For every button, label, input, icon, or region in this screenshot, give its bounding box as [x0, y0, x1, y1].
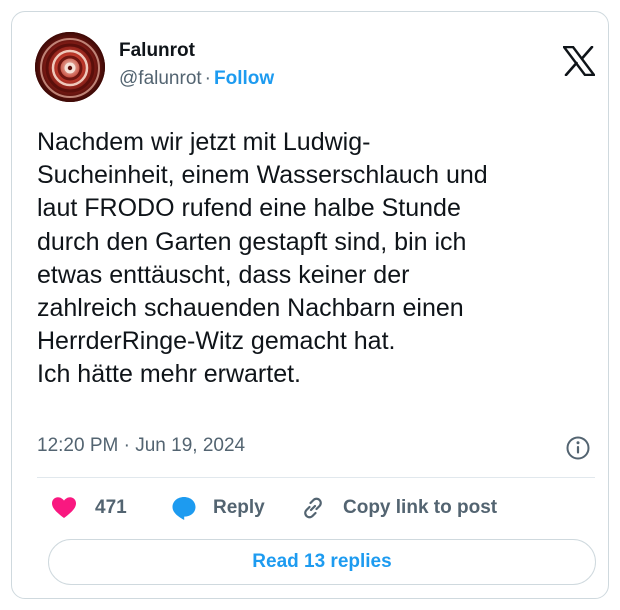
handle[interactable]: @falunrot	[119, 68, 202, 89]
tweet-card: Falunrot @falunrot · Follow Nachdem wir je…	[11, 11, 609, 599]
copy-link-label: Copy link to post	[343, 497, 498, 518]
read-replies-label: Read 13 replies	[252, 551, 392, 572]
like-count: 471	[95, 497, 127, 518]
handle-row: @falunrot · Follow	[119, 68, 274, 90]
timestamp[interactable]: 12:20 PM · Jun 19, 2024	[37, 435, 245, 457]
speech-bubble-icon	[172, 497, 196, 520]
read-replies-button[interactable]: Read 13 replies	[48, 539, 596, 585]
reply-label: Reply	[213, 497, 265, 518]
heart-icon	[52, 497, 76, 518]
separator: ·	[204, 68, 211, 89]
x-logo-icon[interactable]	[562, 45, 596, 77]
tweet-header: Falunrot @falunrot · Follow	[35, 32, 596, 102]
divider	[37, 477, 595, 478]
follow-link[interactable]: Follow	[214, 68, 274, 89]
tweet-text: Nachdem wir jetzt mit Ludwig- Sucheinhei…	[37, 128, 488, 389]
like-button[interactable]: 471	[51, 493, 127, 523]
reply-button[interactable]: Reply	[171, 493, 265, 523]
avatar[interactable]	[35, 32, 105, 102]
info-icon[interactable]	[565, 435, 591, 461]
action-bar: 471 Reply Copy link to post	[37, 493, 595, 523]
copy-link-button[interactable]: Copy link to post	[299, 493, 497, 523]
display-name[interactable]: Falunrot	[119, 40, 195, 62]
link-icon	[304, 497, 322, 519]
avatar-image	[35, 32, 105, 102]
